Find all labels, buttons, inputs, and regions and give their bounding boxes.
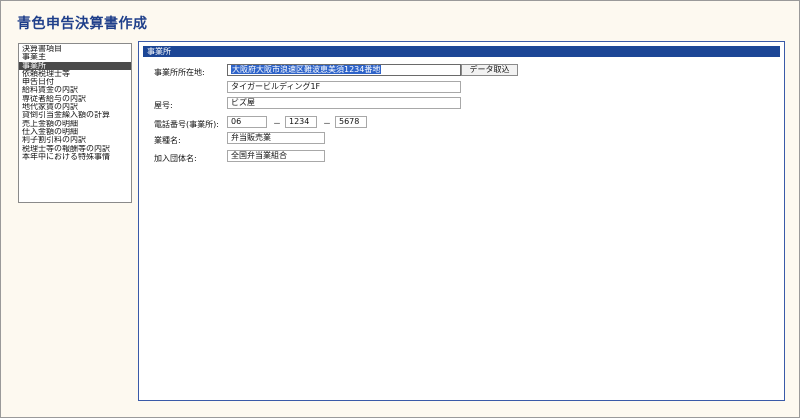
page-title: 青色申告決算書作成 [17, 16, 148, 32]
sidebar-item[interactable]: 依頼税理士等 [19, 70, 131, 78]
panel-header: 事業所 [143, 46, 780, 57]
phone-separator-2: － [323, 119, 331, 128]
sidebar-item[interactable]: 事業所 [19, 61, 131, 70]
sidebar-item[interactable]: 税理士等の報酬等の内訳 [19, 145, 131, 153]
sidebar-item[interactable]: 事業主 [19, 53, 131, 61]
address-line1-text: 大阪府大阪市浪速区難波恵美須1234番地 [231, 65, 382, 74]
industry-input[interactable]: 弁当販売業 [227, 132, 325, 144]
sidebar-item[interactable]: 専従者給与の内訳 [19, 95, 131, 103]
industry-label: 業種名: [154, 136, 181, 145]
association-input[interactable]: 全国弁当業組合 [227, 150, 325, 162]
sidebar-item[interactable]: 給料賃金の内訳 [19, 86, 131, 94]
sidebar-item[interactable]: 申告日付 [19, 78, 131, 86]
address-line2-input[interactable]: タイガービルディング1F [227, 81, 461, 93]
sidebar-nav-list[interactable]: 決算書項目 事業主 事業所 依頼税理士等 申告日付 給料賃金の内訳 専従者給与の内訳 地代家賃… [18, 43, 132, 203]
sidebar-item[interactable]: 利子割引料の内訳 [19, 136, 131, 144]
sidebar-item[interactable]: 仕入金額の明細 [19, 128, 131, 136]
address-line1-input[interactable]: 大阪府大阪市浪速区難波恵美須1234番地 [227, 64, 461, 76]
sidebar-item[interactable]: 本年中における特殊事情 [19, 153, 131, 161]
sidebar-item[interactable]: 売上金額の明細 [19, 120, 131, 128]
address-label: 事業所所在地: [154, 68, 205, 77]
phone-area-input[interactable]: 06 [227, 116, 267, 128]
sidebar-item[interactable]: 決算書項目 [19, 45, 131, 53]
phone-exchange-input[interactable]: 1234 [285, 116, 317, 128]
data-import-button[interactable]: データ取込 [461, 64, 518, 76]
phone-label: 電話番号(事業所): [154, 120, 219, 129]
association-label: 加入団体名: [154, 154, 197, 163]
app-window: 青色申告決算書作成 決算書項目 事業主 事業所 依頼税理士等 申告日付 給料賃金の内訳 専従… [0, 0, 800, 418]
phone-separator-1: － [273, 119, 281, 128]
sidebar-item[interactable]: 地代家賃の内訳 [19, 103, 131, 111]
shop-name-label: 屋号: [154, 101, 173, 110]
sidebar-item[interactable]: 貸倒引当金繰入額の計算 [19, 111, 131, 119]
shop-name-input[interactable]: ビズ屋 [227, 97, 461, 109]
phone-number-input[interactable]: 5678 [335, 116, 367, 128]
office-panel: 事業所 [138, 41, 785, 401]
